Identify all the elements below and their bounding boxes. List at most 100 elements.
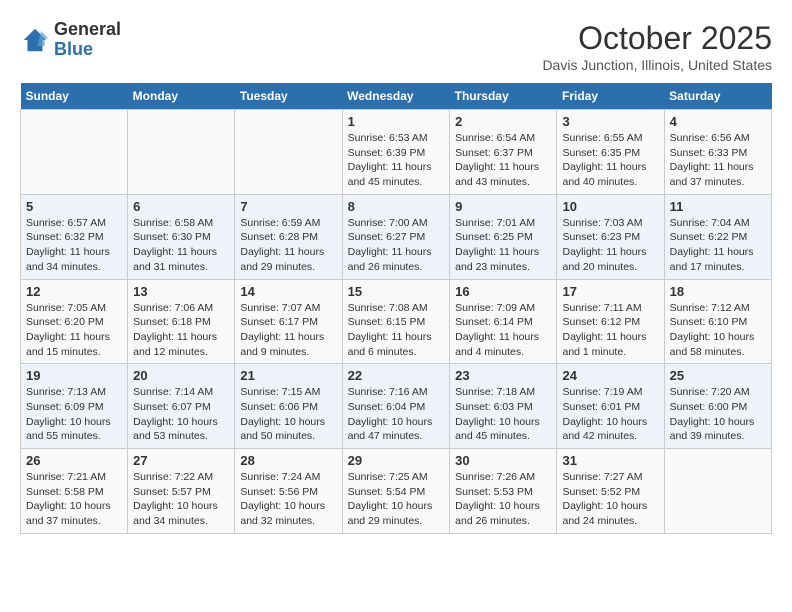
day-info: Sunrise: 7:06 AM Sunset: 6:18 PM Dayligh… <box>133 301 229 360</box>
calendar-cell: 2Sunrise: 6:54 AM Sunset: 6:37 PM Daylig… <box>450 110 557 195</box>
calendar-week-row: 1 Sunrise: 6:53 AM Sunset: 6:39 PM Daylig… <box>21 110 772 195</box>
day-number: 19 <box>26 368 122 383</box>
calendar-cell: 17 Sunrise: 7:11 AM Sunset: 6:12 PM Dayli… <box>557 279 664 364</box>
day-number: 28 <box>240 453 336 468</box>
calendar-cell: 18 Sunrise: 7:12 AM Sunset: 6:10 PM Dayli… <box>664 279 771 364</box>
day-number: 25 <box>670 368 766 383</box>
day-number: 26 <box>26 453 122 468</box>
day-info: Sunrise: 7:08 AM Sunset: 6:15 PM Dayligh… <box>348 301 445 360</box>
calendar-cell: 3 Sunrise: 6:55 AM Sunset: 6:35 PM Daylig… <box>557 110 664 195</box>
day-number: 31 <box>562 453 658 468</box>
weekday-header-cell: Saturday <box>664 83 771 110</box>
calendar-cell: 13 Sunrise: 7:06 AM Sunset: 6:18 PM Dayli… <box>128 279 235 364</box>
logo-general: General <box>54 19 121 39</box>
day-number: 24 <box>562 368 658 383</box>
day-number: 1 <box>348 114 445 129</box>
day-info: Sunrise: 7:05 AM Sunset: 6:20 PM Dayligh… <box>26 301 122 360</box>
calendar-cell: 21Sunrise: 7:15 AM Sunset: 6:06 PM Dayli… <box>235 364 342 449</box>
day-info: Sunrise: 7:19 AM Sunset: 6:01 PM Dayligh… <box>562 385 658 444</box>
day-info: Sunrise: 6:57 AM Sunset: 6:32 PM Dayligh… <box>26 216 122 275</box>
calendar-cell: 4 Sunrise: 6:56 AM Sunset: 6:33 PM Daylig… <box>664 110 771 195</box>
weekday-header-cell: Sunday <box>21 83 128 110</box>
day-number: 6 <box>133 199 229 214</box>
calendar-table: SundayMondayTuesdayWednesdayThursdayFrid… <box>20 83 772 534</box>
day-number: 14 <box>240 284 336 299</box>
day-number: 23 <box>455 368 551 383</box>
day-info: Sunrise: 7:04 AM Sunset: 6:22 PM Dayligh… <box>670 216 766 275</box>
day-info: Sunrise: 7:20 AM Sunset: 6:00 PM Dayligh… <box>670 385 766 444</box>
day-number: 11 <box>670 199 766 214</box>
day-number: 3 <box>562 114 658 129</box>
logo-icon <box>20 25 50 55</box>
day-info: Sunrise: 7:27 AM Sunset: 5:52 PM Dayligh… <box>562 470 658 529</box>
calendar-cell: 10 Sunrise: 7:03 AM Sunset: 6:23 PM Dayli… <box>557 194 664 279</box>
calendar-cell: 22 Sunrise: 7:16 AM Sunset: 6:04 PM Dayli… <box>342 364 450 449</box>
day-number: 13 <box>133 284 229 299</box>
logo: General Blue <box>20 20 121 60</box>
weekday-header-cell: Wednesday <box>342 83 450 110</box>
calendar-cell: 31 Sunrise: 7:27 AM Sunset: 5:52 PM Dayli… <box>557 449 664 534</box>
logo-text: General Blue <box>54 20 121 60</box>
day-number: 4 <box>670 114 766 129</box>
calendar-cell <box>21 110 128 195</box>
day-info: Sunrise: 6:56 AM Sunset: 6:33 PM Dayligh… <box>670 131 766 190</box>
day-info: Sunrise: 7:12 AM Sunset: 6:10 PM Dayligh… <box>670 301 766 360</box>
day-info: Sunrise: 6:53 AM Sunset: 6:39 PM Dayligh… <box>348 131 445 190</box>
day-info: Sunrise: 7:11 AM Sunset: 6:12 PM Dayligh… <box>562 301 658 360</box>
day-info: Sunrise: 6:59 AM Sunset: 6:28 PM Dayligh… <box>240 216 336 275</box>
day-number: 12 <box>26 284 122 299</box>
day-info: Sunrise: 6:55 AM Sunset: 6:35 PM Dayligh… <box>562 131 658 190</box>
day-number: 17 <box>562 284 658 299</box>
calendar-cell: 7Sunrise: 6:59 AM Sunset: 6:28 PM Daylig… <box>235 194 342 279</box>
calendar-cell: 9 Sunrise: 7:01 AM Sunset: 6:25 PM Daylig… <box>450 194 557 279</box>
calendar-cell <box>128 110 235 195</box>
day-info: Sunrise: 6:54 AM Sunset: 6:37 PM Dayligh… <box>455 131 551 190</box>
day-info: Sunrise: 7:24 AM Sunset: 5:56 PM Dayligh… <box>240 470 336 529</box>
calendar-cell: 1 Sunrise: 6:53 AM Sunset: 6:39 PM Daylig… <box>342 110 450 195</box>
calendar-week-row: 12 Sunrise: 7:05 AM Sunset: 6:20 PM Dayli… <box>21 279 772 364</box>
calendar-cell: 6 Sunrise: 6:58 AM Sunset: 6:30 PM Daylig… <box>128 194 235 279</box>
day-info: Sunrise: 6:58 AM Sunset: 6:30 PM Dayligh… <box>133 216 229 275</box>
day-info: Sunrise: 7:03 AM Sunset: 6:23 PM Dayligh… <box>562 216 658 275</box>
day-number: 22 <box>348 368 445 383</box>
calendar-cell: 30Sunrise: 7:26 AM Sunset: 5:53 PM Dayli… <box>450 449 557 534</box>
calendar-cell: 19 Sunrise: 7:13 AM Sunset: 6:09 PM Dayli… <box>21 364 128 449</box>
calendar-body: 1 Sunrise: 6:53 AM Sunset: 6:39 PM Daylig… <box>21 110 772 534</box>
day-number: 18 <box>670 284 766 299</box>
calendar-week-row: 26 Sunrise: 7:21 AM Sunset: 5:58 PM Dayli… <box>21 449 772 534</box>
day-number: 8 <box>348 199 445 214</box>
day-info: Sunrise: 7:25 AM Sunset: 5:54 PM Dayligh… <box>348 470 445 529</box>
calendar-cell: 8 Sunrise: 7:00 AM Sunset: 6:27 PM Daylig… <box>342 194 450 279</box>
weekday-header-cell: Thursday <box>450 83 557 110</box>
weekday-header-row: SundayMondayTuesdayWednesdayThursdayFrid… <box>21 83 772 110</box>
calendar-cell: 14Sunrise: 7:07 AM Sunset: 6:17 PM Dayli… <box>235 279 342 364</box>
day-number: 16 <box>455 284 551 299</box>
day-info: Sunrise: 7:22 AM Sunset: 5:57 PM Dayligh… <box>133 470 229 529</box>
calendar-cell: 29Sunrise: 7:25 AM Sunset: 5:54 PM Dayli… <box>342 449 450 534</box>
calendar-cell: 20Sunrise: 7:14 AM Sunset: 6:07 PM Dayli… <box>128 364 235 449</box>
day-info: Sunrise: 7:13 AM Sunset: 6:09 PM Dayligh… <box>26 385 122 444</box>
calendar-cell: 15 Sunrise: 7:08 AM Sunset: 6:15 PM Dayli… <box>342 279 450 364</box>
day-number: 15 <box>348 284 445 299</box>
day-number: 27 <box>133 453 229 468</box>
weekday-header-cell: Tuesday <box>235 83 342 110</box>
day-info: Sunrise: 7:18 AM Sunset: 6:03 PM Dayligh… <box>455 385 551 444</box>
weekday-header-cell: Friday <box>557 83 664 110</box>
calendar-cell: 26 Sunrise: 7:21 AM Sunset: 5:58 PM Dayli… <box>21 449 128 534</box>
day-number: 20 <box>133 368 229 383</box>
logo-blue: Blue <box>54 39 93 59</box>
day-info: Sunrise: 7:16 AM Sunset: 6:04 PM Dayligh… <box>348 385 445 444</box>
day-info: Sunrise: 7:00 AM Sunset: 6:27 PM Dayligh… <box>348 216 445 275</box>
day-number: 9 <box>455 199 551 214</box>
calendar-cell: 16 Sunrise: 7:09 AM Sunset: 6:14 PM Dayli… <box>450 279 557 364</box>
day-info: Sunrise: 7:21 AM Sunset: 5:58 PM Dayligh… <box>26 470 122 529</box>
calendar-cell: 24 Sunrise: 7:19 AM Sunset: 6:01 PM Dayli… <box>557 364 664 449</box>
day-info: Sunrise: 7:09 AM Sunset: 6:14 PM Dayligh… <box>455 301 551 360</box>
day-number: 10 <box>562 199 658 214</box>
calendar-cell <box>664 449 771 534</box>
calendar-cell: 25 Sunrise: 7:20 AM Sunset: 6:00 PM Dayli… <box>664 364 771 449</box>
calendar-cell: 27 Sunrise: 7:22 AM Sunset: 5:57 PM Dayli… <box>128 449 235 534</box>
day-info: Sunrise: 7:26 AM Sunset: 5:53 PM Dayligh… <box>455 470 551 529</box>
calendar-week-row: 5Sunrise: 6:57 AM Sunset: 6:32 PM Daylig… <box>21 194 772 279</box>
day-info: Sunrise: 7:01 AM Sunset: 6:25 PM Dayligh… <box>455 216 551 275</box>
